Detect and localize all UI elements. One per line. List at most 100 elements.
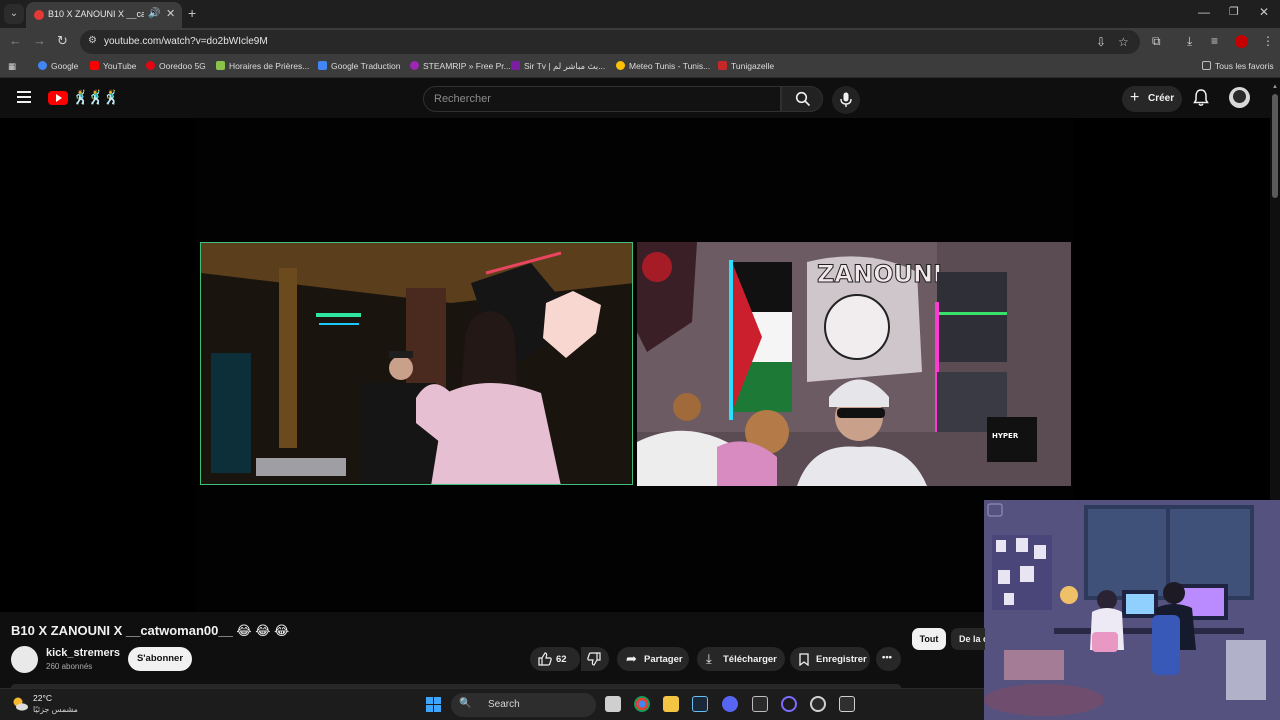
steam-icon[interactable] — [692, 696, 708, 712]
task-view-icon[interactable] — [605, 696, 621, 712]
app-icon[interactable] — [752, 696, 768, 712]
save-button[interactable]: Enregistrer — [790, 647, 870, 671]
bookmark-google[interactable]: Google — [38, 61, 78, 71]
bookmark-star-icon[interactable]: ☆ — [1118, 35, 1129, 49]
stream-webcam-right: ZANOUNI HYPER — [637, 242, 1071, 486]
account-avatar[interactable] — [1229, 87, 1250, 108]
speaker-icon[interactable]: 🔊 — [148, 8, 160, 19]
scroll-up-arrow-icon[interactable]: ▲ — [1272, 84, 1278, 90]
menu-icon[interactable] — [17, 91, 31, 103]
more-actions-button[interactable]: ••• — [876, 647, 901, 671]
share-arrow-icon: ➦ — [626, 651, 637, 666]
bookmark-steamrip[interactable]: STEAMRIP » Free Pr... — [410, 61, 511, 71]
search-icon: 🔍 — [459, 698, 472, 709]
translate-icon — [318, 61, 327, 70]
youtube-icon — [90, 61, 99, 70]
voice-search-button[interactable] — [832, 86, 860, 114]
windows-start-icon[interactable] — [426, 697, 441, 712]
chrome-taskbar-icon[interactable] — [634, 696, 650, 712]
channel-subscriber-count: 260 abonnés — [46, 662, 93, 671]
steamrip-icon — [410, 61, 419, 70]
search-input[interactable]: Rechercher — [423, 86, 781, 112]
download-icon: ⤓ — [706, 651, 712, 666]
download-button[interactable]: ⤓ Télécharger — [697, 647, 785, 671]
game-launcher-icon[interactable] — [810, 696, 826, 712]
youtube-doodle-icon[interactable]: 🕺🕺🕺 — [72, 89, 120, 106]
media-control-icon[interactable]: ≡ — [1211, 34, 1218, 48]
chip-from-channel[interactable]: De la c — [951, 628, 985, 650]
lofi-overlay-window[interactable] — [984, 500, 1280, 720]
dislike-button[interactable] — [581, 647, 609, 671]
channel-avatar[interactable] — [11, 646, 38, 673]
address-bar[interactable]: ⚙ youtube.com/watch?v=do2bWIcle9M ⇩ ☆ — [80, 30, 1140, 54]
address-bar-url: youtube.com/watch?v=do2bWIcle9M — [104, 36, 268, 47]
apps-grid-icon[interactable]: ▦ — [8, 61, 16, 72]
share-label: Partager — [644, 654, 683, 665]
discord-icon[interactable] — [722, 696, 738, 712]
window-close-button[interactable]: ✕ — [1259, 5, 1269, 19]
bookmark-ooredoo[interactable]: Ooredoo 5G — [146, 61, 206, 71]
browser-tab-strip: ⌄ B10 X ZANOUNI X __catwo 🔊 ✕ + — ❐ ✕ — [0, 0, 1280, 28]
extensions-icon[interactable]: ⧉ — [1152, 34, 1161, 49]
all-bookmarks-folder[interactable]: Tous les favoris — [1202, 61, 1274, 71]
weather-icon — [616, 61, 625, 70]
chip-all[interactable]: Tout — [912, 628, 946, 650]
profile-avatar[interactable] — [1235, 35, 1248, 48]
search-button[interactable] — [781, 86, 823, 112]
subscribe-button[interactable]: S'abonner — [128, 647, 192, 671]
new-tab-button[interactable]: + — [188, 5, 196, 21]
bookmark-youtube[interactable]: YouTube — [90, 61, 136, 71]
browser-tab-active[interactable]: B10 X ZANOUNI X __catwo 🔊 ✕ — [26, 2, 182, 28]
site-settings-icon[interactable]: ⚙ — [88, 35, 97, 46]
prayer-times-icon — [216, 61, 225, 70]
notifications-bell-icon[interactable] — [1193, 89, 1209, 107]
thumbs-down-icon — [587, 652, 601, 666]
bookmark-sirtv[interactable]: Sir Tv | بث مباشر لم... — [511, 61, 605, 72]
webcam-right-scene: ZANOUNI HYPER — [637, 242, 1071, 486]
reload-icon[interactable]: ↻ — [57, 33, 68, 49]
create-label: Créer — [1148, 93, 1175, 104]
create-button[interactable]: + Créer — [1122, 86, 1182, 112]
bookmark-horaires[interactable]: Horaires de Prières... — [216, 61, 309, 71]
file-explorer-icon[interactable] — [663, 696, 679, 712]
chrome-menu-icon[interactable]: ⋮ — [1262, 34, 1274, 48]
tab-close-icon[interactable]: ✕ — [166, 7, 175, 20]
lofi-room-illustration — [984, 500, 1280, 720]
more-horizontal-icon: ••• — [882, 652, 892, 663]
epic-games-icon[interactable] — [839, 696, 855, 712]
window-restore-button[interactable]: ❐ — [1229, 5, 1239, 18]
share-button[interactable]: ➦ Partager — [617, 647, 689, 671]
taskbar-search-label: Search — [488, 699, 520, 710]
tab-title: B10 X ZANOUNI X __catwo — [48, 9, 144, 19]
like-button[interactable]: 62 — [530, 647, 580, 671]
youtube-header: 🕺🕺🕺 Rechercher + Créer — [0, 80, 1270, 118]
like-count: 62 — [556, 654, 567, 665]
channel-name[interactable]: kick_stremers — [46, 647, 120, 659]
wall-graffiti-text: ZANOUNI — [817, 260, 942, 288]
weather-description[interactable]: مشمس جزئيًا — [33, 705, 78, 714]
downloads-icon[interactable]: ⤓ — [1187, 34, 1192, 49]
thumbs-up-icon — [538, 652, 552, 666]
stream-webcam-left — [200, 242, 633, 485]
ooredoo-icon — [146, 61, 155, 70]
partly-cloudy-icon[interactable] — [12, 696, 28, 712]
obs-icon[interactable] — [781, 696, 797, 712]
window-minimize-button[interactable]: — — [1198, 5, 1210, 19]
bookmark-icon — [799, 653, 809, 666]
bookmark-google-translate[interactable]: Google Traduction — [318, 61, 400, 71]
install-app-icon[interactable]: ⇩ — [1096, 35, 1106, 49]
microphone-icon — [840, 92, 852, 107]
bookmark-tunigazelle[interactable]: Tunigazelle — [718, 61, 774, 71]
bookmark-meteo[interactable]: Meteo Tunis - Tunis... — [616, 61, 710, 71]
taskbar-search-box[interactable]: 🔍 Search — [451, 693, 596, 717]
weather-temperature[interactable]: 22°C — [33, 693, 52, 703]
back-arrow-icon[interactable]: ← — [9, 33, 22, 48]
video-title: B10 X ZANOUNI X __catwoman00__ 😂 😂 😂 — [11, 623, 290, 638]
tab-search-button[interactable]: ⌄ — [4, 4, 24, 24]
youtube-logo[interactable] — [48, 91, 68, 105]
download-label: Télécharger — [723, 654, 777, 665]
youtube-favicon-icon — [34, 10, 44, 20]
forward-arrow-icon[interactable]: → — [33, 33, 46, 48]
scrollbar-thumb[interactable] — [1272, 94, 1278, 198]
save-label: Enregistrer — [816, 654, 867, 665]
